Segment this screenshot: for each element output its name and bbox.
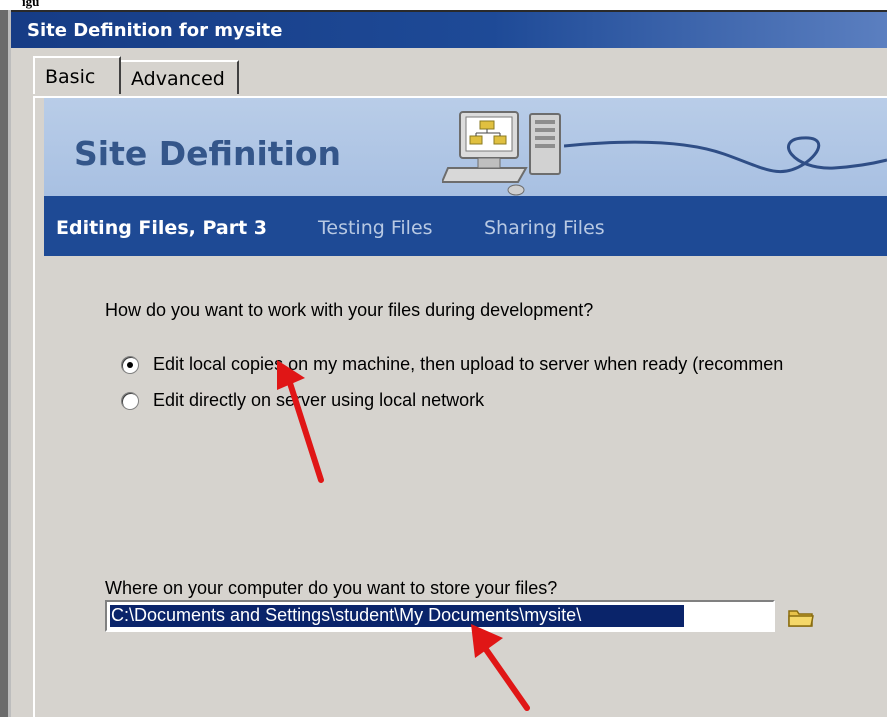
local-folder-path[interactable]: C:\Documents and Settings\student\My Doc… xyxy=(111,605,581,626)
workflow-question: How do you want to work with your files … xyxy=(105,300,594,320)
browse-folder-icon[interactable] xyxy=(787,605,815,629)
option-edit-server-label[interactable]: Edit directly on server using local netw… xyxy=(153,390,484,411)
wizard-header: Site Definition xyxy=(44,98,887,196)
decorative-swirl-icon xyxy=(564,136,887,174)
wizard-steps-nav: Editing Files, Part 3 Testing Files Shar… xyxy=(44,196,887,256)
document-fragment-text: igu xyxy=(22,0,40,9)
radio-edit-local[interactable] xyxy=(121,356,139,374)
wizard-header-title: Site Definition xyxy=(74,134,342,173)
storage-question: Where on your computer do you want to st… xyxy=(105,578,558,598)
window-title: Site Definition for mysite xyxy=(27,20,283,41)
tab-basic[interactable]: Basic xyxy=(33,56,121,94)
tab-advanced[interactable]: Advanced xyxy=(121,60,239,94)
tab-basic-label: Basic xyxy=(45,66,96,88)
tab-strip: Basic Advanced xyxy=(33,56,887,96)
step-sharing-files[interactable]: Sharing Files xyxy=(484,217,605,239)
title-bar[interactable]: Site Definition for mysite xyxy=(11,10,887,48)
option-edit-local-label[interactable]: Edit local copies on my machine, then up… xyxy=(153,354,783,375)
site-definition-dialog: Site Definition for mysite Basic Advance… xyxy=(11,10,887,717)
radio-edit-server[interactable] xyxy=(121,392,139,410)
computer-network-icon xyxy=(442,111,561,196)
left-border xyxy=(0,10,8,717)
radio-selected-dot xyxy=(127,362,133,368)
step-editing-files[interactable]: Editing Files, Part 3 xyxy=(56,217,267,239)
step-testing-files[interactable]: Testing Files xyxy=(318,217,433,239)
tab-advanced-label: Advanced xyxy=(131,68,225,90)
local-folder-input[interactable]: C:\Documents and Settings\student\My Doc… xyxy=(105,600,775,632)
